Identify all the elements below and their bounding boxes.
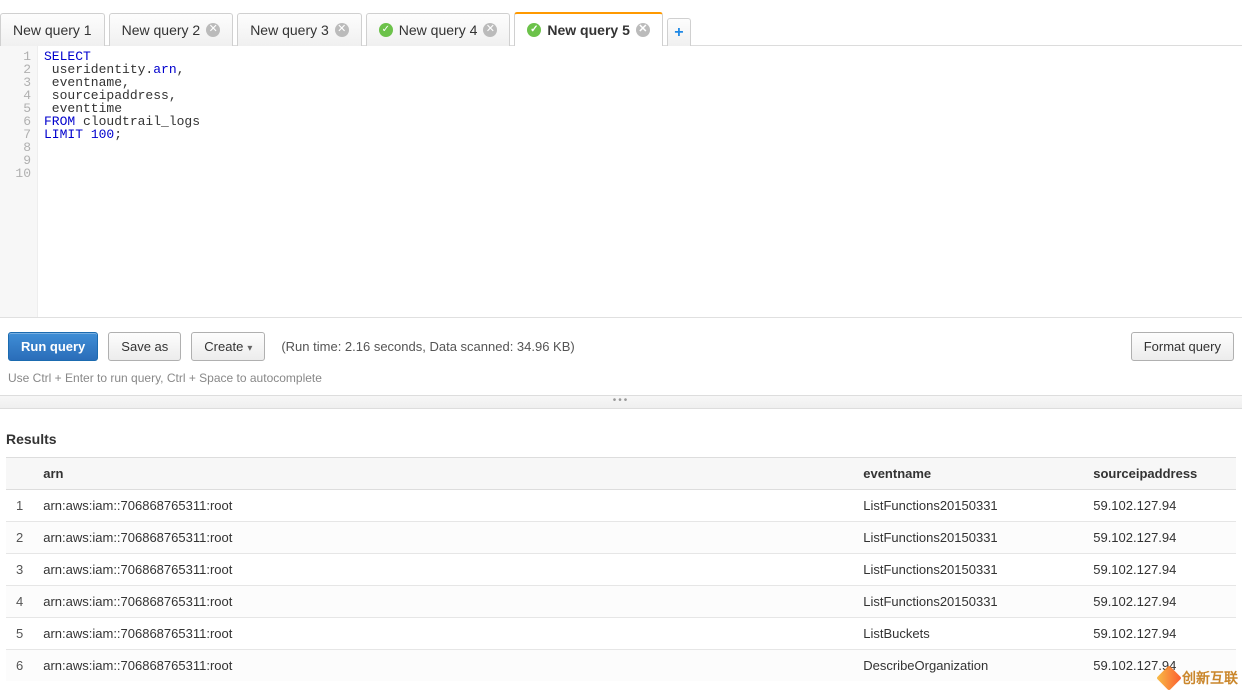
chevron-down-icon: ▾ [247,343,252,354]
cell-arn: arn:aws:iam::706868765311:root [33,522,853,554]
query-tab-label: New query 2 [122,22,201,38]
cell-arn: arn:aws:iam::706868765311:root [33,586,853,618]
cell-arn: arn:aws:iam::706868765311:root [33,650,853,682]
results-panel: Results arn eventname sourceipaddress 1a… [0,409,1242,681]
close-icon[interactable]: ✕ [636,23,650,37]
results-title: Results [6,431,1236,447]
pane-splitter[interactable]: ••• [0,395,1242,409]
cell-sourceipaddress: 59.102.127.94 [1083,522,1236,554]
format-query-button[interactable]: Format query [1131,332,1234,361]
cell-index: 3 [6,554,33,586]
cell-sourceipaddress: 59.102.127.94 [1083,650,1236,682]
table-row[interactable]: 6arn:aws:iam::706868765311:rootDescribeO… [6,650,1236,682]
results-table: arn eventname sourceipaddress 1arn:aws:i… [6,457,1236,681]
add-tab-button[interactable]: + [667,18,691,46]
cell-index: 4 [6,586,33,618]
col-sourceipaddress[interactable]: sourceipaddress [1083,458,1236,490]
cell-sourceipaddress: 59.102.127.94 [1083,490,1236,522]
query-tab[interactable]: ✓ New query 5 ✕ [514,12,662,46]
close-icon[interactable]: ✕ [483,23,497,37]
close-icon[interactable]: ✕ [206,23,220,37]
query-tab-label: New query 5 [547,22,629,38]
table-row[interactable]: 3arn:aws:iam::706868765311:rootListFunct… [6,554,1236,586]
col-arn[interactable]: arn [33,458,853,490]
status-ok-icon: ✓ [527,23,541,37]
cell-arn: arn:aws:iam::706868765311:root [33,490,853,522]
save-as-button[interactable]: Save as [108,332,181,361]
cell-index: 2 [6,522,33,554]
query-tab-label: New query 1 [13,22,92,38]
run-info-text: (Run time: 2.16 seconds, Data scanned: 3… [281,339,574,354]
col-eventname[interactable]: eventname [853,458,1083,490]
cell-eventname: DescribeOrganization [853,650,1083,682]
status-ok-icon: ✓ [379,23,393,37]
cell-eventname: ListFunctions20150331 [853,522,1083,554]
editor-gutter: 12345678910 [0,46,38,317]
query-tab[interactable]: New query 3 ✕ [237,13,362,46]
cell-eventname: ListFunctions20150331 [853,554,1083,586]
run-query-button[interactable]: Run query [8,332,98,361]
sql-editor[interactable]: 12345678910 SELECT useridentity.arn, eve… [0,46,1242,318]
cell-index: 1 [6,490,33,522]
create-button[interactable]: Create ▾ [191,332,265,361]
table-row[interactable]: 4arn:aws:iam::706868765311:rootListFunct… [6,586,1236,618]
close-icon[interactable]: ✕ [335,23,349,37]
cell-sourceipaddress: 59.102.127.94 [1083,586,1236,618]
table-row[interactable]: 1arn:aws:iam::706868765311:rootListFunct… [6,490,1236,522]
cell-index: 5 [6,618,33,650]
editor-code[interactable]: SELECT useridentity.arn, eventname, sour… [38,46,206,317]
cell-eventname: ListFunctions20150331 [853,586,1083,618]
cell-sourceipaddress: 59.102.127.94 [1083,618,1236,650]
cell-index: 6 [6,650,33,682]
results-header-row: arn eventname sourceipaddress [6,458,1236,490]
query-tab-label: New query 4 [399,22,478,38]
editor-toolbar: Run query Save as Create ▾ (Run time: 2.1… [0,318,1242,367]
col-index[interactable] [6,458,33,490]
cell-sourceipaddress: 59.102.127.94 [1083,554,1236,586]
table-row[interactable]: 5arn:aws:iam::706868765311:rootListBucke… [6,618,1236,650]
query-tab-label: New query 3 [250,22,329,38]
query-tab-bar: New query 1 New query 2 ✕ New query 3 ✕ … [0,0,1242,46]
cell-eventname: ListFunctions20150331 [853,490,1083,522]
editor-hint: Use Ctrl + Enter to run query, Ctrl + Sp… [0,367,1242,395]
cell-eventname: ListBuckets [853,618,1083,650]
table-row[interactable]: 2arn:aws:iam::706868765311:rootListFunct… [6,522,1236,554]
query-tab[interactable]: ✓ New query 4 ✕ [366,13,511,46]
query-tab[interactable]: New query 1 [0,13,105,46]
create-button-label: Create [204,339,243,354]
cell-arn: arn:aws:iam::706868765311:root [33,618,853,650]
cell-arn: arn:aws:iam::706868765311:root [33,554,853,586]
query-tab[interactable]: New query 2 ✕ [109,13,234,46]
